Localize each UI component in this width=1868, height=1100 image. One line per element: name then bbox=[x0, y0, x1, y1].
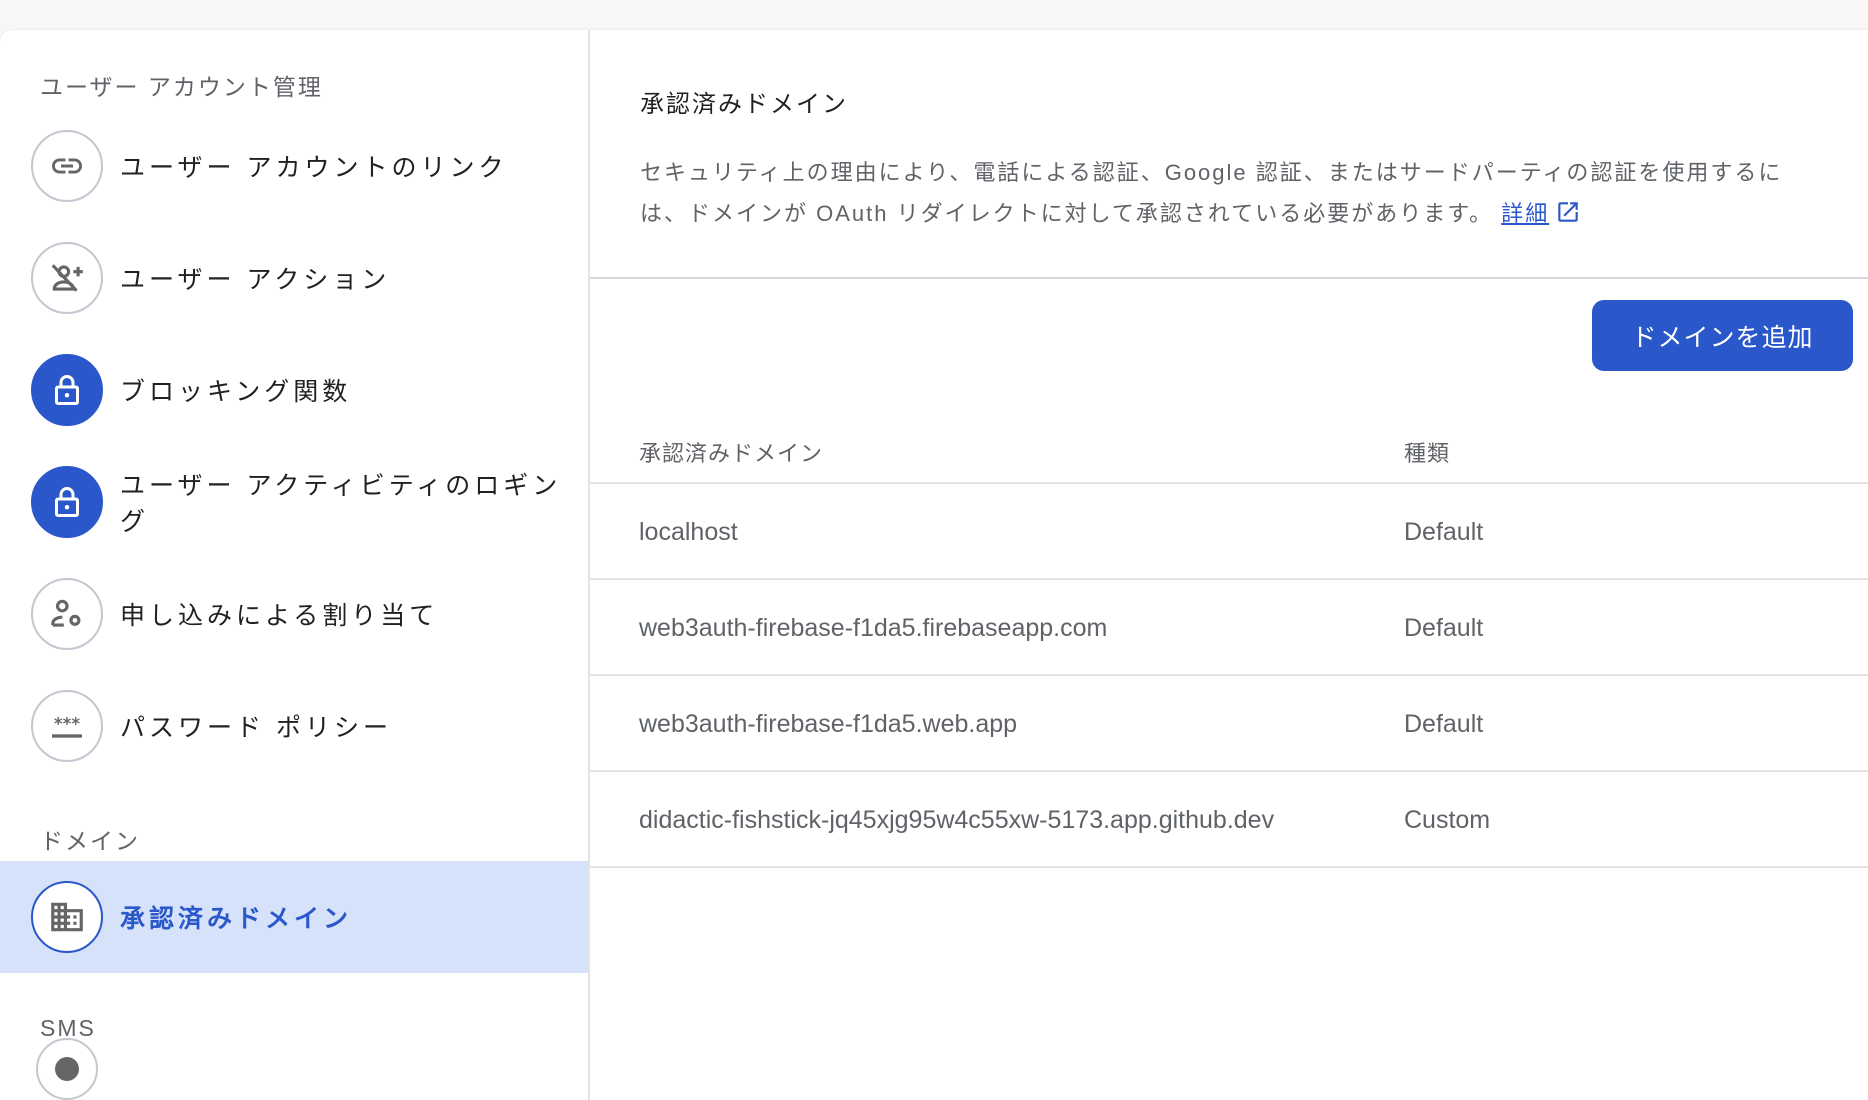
sidebar-item-password-policy[interactable]: *** パスワード ポリシー bbox=[0, 670, 588, 782]
person-settings-icon bbox=[31, 578, 103, 650]
section-divider bbox=[590, 277, 1868, 279]
sidebar-item-activity-logging[interactable]: ユーザー アクティビティのロギング bbox=[0, 446, 588, 558]
type-cell: Default bbox=[1404, 518, 1484, 546]
domain-cell: web3auth-firebase-f1da5.firebaseapp.com bbox=[639, 614, 1108, 642]
learn-more-label: 詳細 bbox=[1501, 201, 1550, 226]
table-row[interactable]: localhost Default bbox=[590, 484, 1868, 580]
sidebar-item-label: パスワード ポリシー bbox=[120, 714, 392, 742]
add-domain-button[interactable]: ドメインを追加 bbox=[1592, 300, 1853, 371]
sms-region-icon bbox=[36, 1038, 98, 1100]
sidebar-item-label: ブロッキング関数 bbox=[120, 378, 352, 406]
domain-cell: didactic-fishstick-jq45xjg95w4c55xw-5173… bbox=[639, 806, 1275, 834]
sidebar-item-label: 申し込みによる割り当て bbox=[120, 602, 439, 630]
table-row[interactable]: web3auth-firebase-f1da5.web.app Default bbox=[590, 676, 1868, 772]
svg-text:***: *** bbox=[54, 714, 80, 733]
lock-icon bbox=[31, 354, 103, 426]
table-row[interactable]: web3auth-firebase-f1da5.firebaseapp.com … bbox=[590, 580, 1868, 676]
lock-icon bbox=[31, 466, 103, 538]
page-title: 承認済みドメイン bbox=[640, 91, 848, 118]
person-add-disabled-icon bbox=[31, 242, 103, 314]
link-icon bbox=[31, 130, 103, 202]
sidebar-item-sms[interactable] bbox=[0, 1034, 588, 1100]
sidebar-item-authorized-domains[interactable]: 承認済みドメイン bbox=[0, 861, 588, 973]
sidebar-item-blocking-functions[interactable]: ブロッキング関数 bbox=[0, 334, 588, 446]
table-header: 承認済みドメイン 種類 bbox=[590, 400, 1868, 484]
sidebar-item-quota[interactable]: 申し込みによる割り当て bbox=[0, 558, 588, 670]
sidebar-item-account-linking[interactable]: ユーザー アカウントのリンク bbox=[0, 110, 588, 222]
auth-settings-card: ユーザー アカウント管理 ユーザー アカウントのリンク ユーザー アクション ブ… bbox=[0, 30, 1868, 1100]
domain-icon bbox=[31, 881, 103, 953]
sidebar-item-user-actions[interactable]: ユーザー アクション bbox=[0, 222, 588, 334]
type-cell: Default bbox=[1404, 614, 1484, 642]
sidebar-item-label: ユーザー アカウントのリンク bbox=[120, 154, 508, 182]
sidebar-item-label: ユーザー アクティビティのロギング bbox=[120, 472, 562, 536]
password-icon: *** bbox=[31, 690, 103, 762]
type-cell: Default bbox=[1404, 710, 1484, 738]
table-row[interactable]: didactic-fishstick-jq45xjg95w4c55xw-5173… bbox=[590, 772, 1868, 868]
description: セキュリティ上の理由により、電話による認証、Google 認証、またはサードパー… bbox=[640, 152, 1830, 238]
settings-sidebar: ユーザー アカウント管理 ユーザー アカウントのリンク ユーザー アクション ブ… bbox=[0, 30, 590, 1100]
domain-cell: localhost bbox=[639, 518, 738, 546]
sidebar-item-label: 承認済みドメイン bbox=[120, 905, 353, 933]
column-header-type: 種類 bbox=[1404, 441, 1451, 466]
section-label-user-account: ユーザー アカウント管理 bbox=[40, 74, 323, 100]
authorized-domains-panel: 承認済みドメイン セキュリティ上の理由により、電話による認証、Google 認証… bbox=[590, 30, 1868, 1100]
description-text: セキュリティ上の理由により、電話による認証、Google 認証、またはサードパー… bbox=[640, 160, 1783, 226]
type-cell: Custom bbox=[1404, 806, 1491, 834]
learn-more-link[interactable]: 詳細 bbox=[1501, 201, 1549, 226]
section-label-domain: ドメイン bbox=[40, 828, 140, 854]
domains-table: 承認済みドメイン 種類 localhost Default web3auth-f… bbox=[590, 400, 1868, 868]
external-link-icon[interactable] bbox=[1555, 197, 1581, 238]
sidebar-item-label: ユーザー アクション bbox=[120, 266, 391, 294]
column-header-domain: 承認済みドメイン bbox=[639, 441, 824, 466]
domain-cell: web3auth-firebase-f1da5.web.app bbox=[639, 710, 1018, 738]
